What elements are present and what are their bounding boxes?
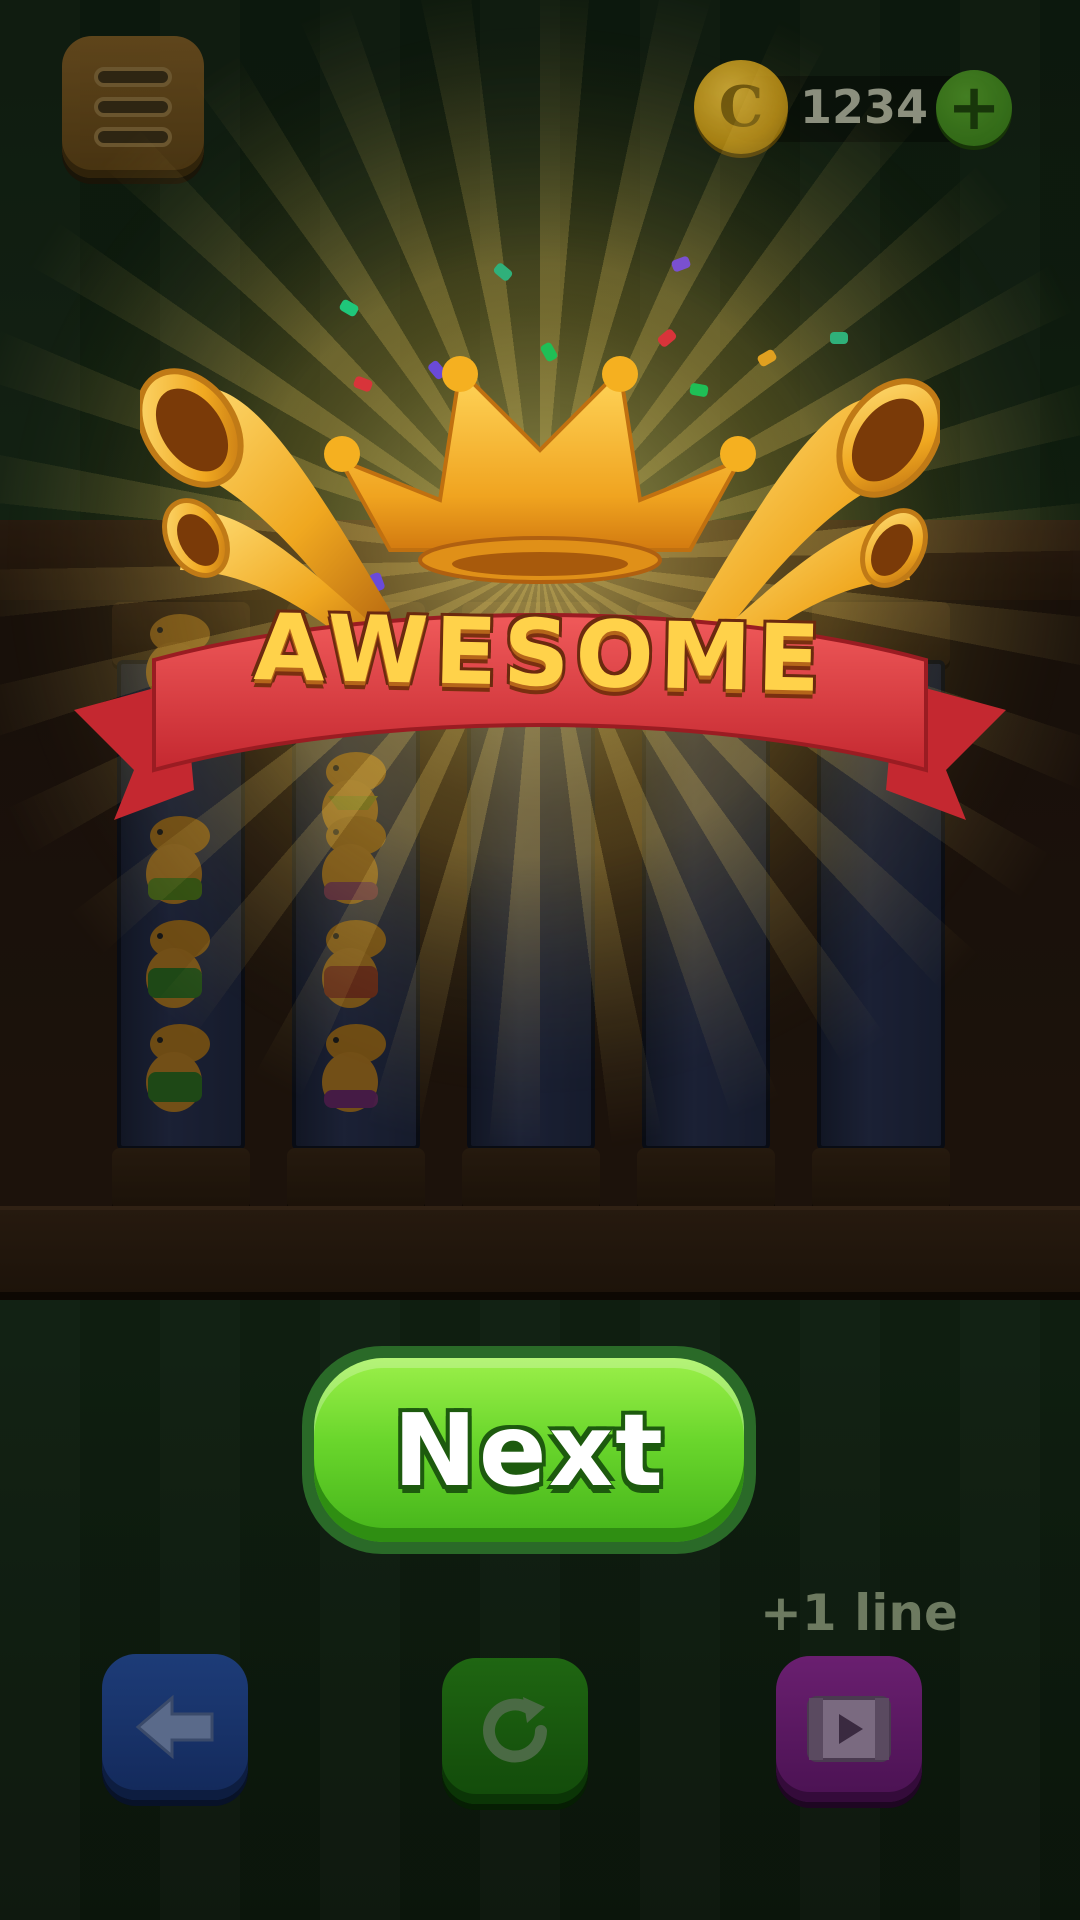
arrow-left-icon	[135, 1694, 214, 1760]
extra-line-label: +1 line	[760, 1584, 958, 1642]
restart-icon	[483, 1697, 547, 1763]
restart-button[interactable]	[442, 1658, 588, 1804]
next-button[interactable]: Next	[302, 1346, 756, 1554]
video-ad-icon	[807, 1696, 891, 1762]
undo-button[interactable]	[102, 1654, 248, 1800]
next-label: Next	[393, 1391, 665, 1509]
confetti	[830, 332, 848, 344]
watch-video-button[interactable]	[776, 1656, 922, 1802]
awesome-title: AWESOME	[252, 594, 828, 713]
crown-icon	[324, 356, 756, 584]
next-button-face: Next	[314, 1358, 744, 1542]
